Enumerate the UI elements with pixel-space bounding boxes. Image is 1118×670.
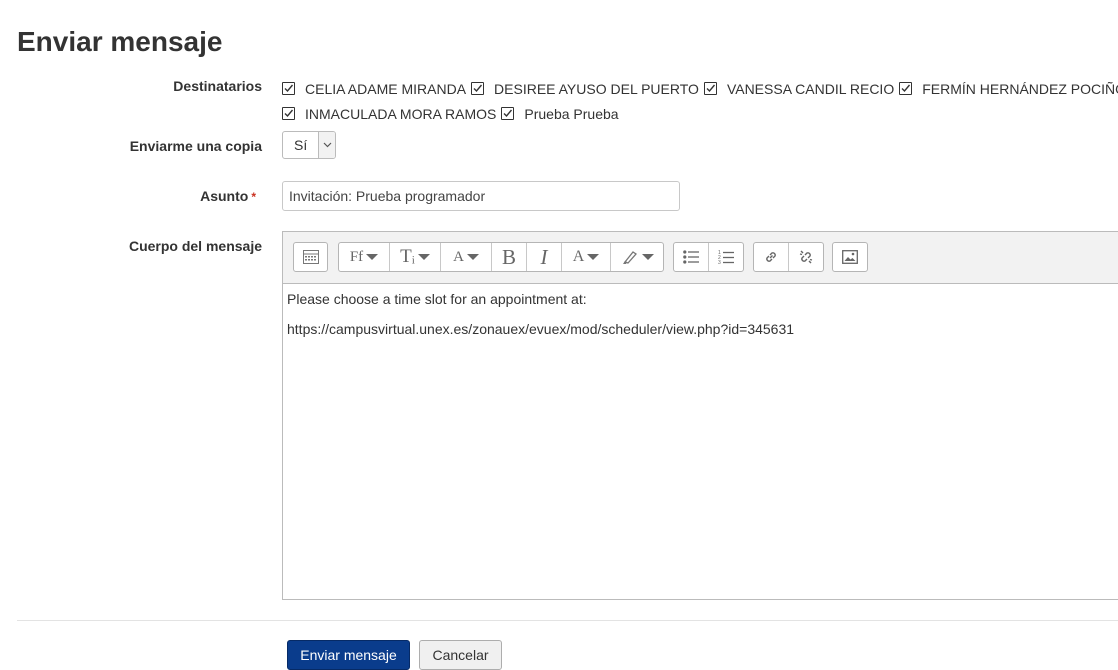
subject-label-text: Asunto <box>200 188 249 204</box>
checkmark-icon <box>284 84 294 93</box>
recipients-label: Destinatarios <box>173 78 262 94</box>
recipient-name: Prueba Prueba <box>524 105 619 122</box>
submit-button[interactable]: Enviar mensaje <box>287 640 410 670</box>
font-size-glyph: Tᵢ <box>400 246 415 267</box>
caret-down-icon <box>417 254 430 260</box>
recipient-name: CELIA ADAME MIRANDA <box>305 80 467 97</box>
recipients-row: CELIA ADAME MIRANDA DESIREE AYUSO DEL PU… <box>282 76 1118 101</box>
recipient-checkbox[interactable] <box>282 107 295 120</box>
recipient-name: VANESSA CANDIL RECIO <box>726 80 895 97</box>
caret-down-icon <box>466 254 479 260</box>
style-icon[interactable]: A <box>441 243 492 271</box>
chevron-down-icon[interactable] <box>318 132 335 158</box>
ordered-list-icon[interactable]: 123 <box>709 243 743 271</box>
recipient-checkbox[interactable] <box>501 107 515 120</box>
recipient-checkbox[interactable] <box>899 82 913 95</box>
subject-label: Asunto * <box>200 188 256 204</box>
link-icon[interactable] <box>754 243 789 271</box>
unlink-icon[interactable] <box>789 243 823 271</box>
toolbar-group <box>293 242 328 272</box>
recipient-item[interactable]: DESIREE AYUSO DEL PUERTO <box>471 81 699 97</box>
caret-down-icon <box>366 254 379 260</box>
recipient-checkbox[interactable] <box>703 82 717 95</box>
recipient-item[interactable]: CELIA ADAME MIRANDA <box>282 81 466 97</box>
required-icon: * <box>251 190 256 204</box>
recipient-name: FERMÍN HERNÁNDEZ POCIÑO <box>922 80 1118 97</box>
toolbar-toggle-icon[interactable] <box>294 243 327 271</box>
caret-down-icon <box>587 254 600 260</box>
caret-down-icon <box>641 254 654 260</box>
message-link: https://campusvirtual.unex.es/zonauex/ev… <box>287 321 795 337</box>
recipients-row: INMACULADA MORA RAMOS Prueba Prueba <box>282 101 1118 126</box>
subject-input[interactable] <box>282 181 680 211</box>
copy-select[interactable]: Sí <box>282 131 336 159</box>
font-family-icon[interactable]: Ff <box>339 243 390 271</box>
font-color-glyph: A <box>572 248 585 265</box>
image-icon[interactable] <box>833 243 867 271</box>
editor-content[interactable]: Please choose a time slot for an appoint… <box>283 284 1118 338</box>
recipient-name: DESIREE AYUSO DEL PUERTO <box>494 80 699 97</box>
italic-glyph: I <box>540 244 548 269</box>
message-paragraph: Please choose a time slot for an appoint… <box>287 291 587 307</box>
bold-glyph: B <box>501 244 516 269</box>
recipient-name: INMACULADA MORA RAMOS <box>305 105 497 122</box>
copy-label: Enviarme una copia <box>129 138 262 154</box>
toolbar-group: 123 <box>673 242 744 272</box>
italic-icon[interactable]: I <box>527 243 562 271</box>
checkmark-icon <box>706 84 715 93</box>
form-divider <box>17 620 1118 621</box>
recipient-checkbox[interactable] <box>282 82 295 95</box>
editor-toolbar: Ff Tᵢ A B I A 123 <box>283 232 1118 284</box>
copy-select-value: Sí <box>294 137 308 153</box>
checkmark-icon <box>284 109 294 118</box>
font-size-icon[interactable]: Tᵢ <box>390 243 441 271</box>
toolbar-group <box>832 242 868 272</box>
recipient-item[interactable]: Prueba Prueba <box>501 105 619 122</box>
toolbar-group: Ff Tᵢ A B I A <box>338 242 664 272</box>
unordered-list-icon[interactable] <box>674 243 709 271</box>
recipient-item[interactable]: INMACULADA MORA RAMOS <box>282 106 496 122</box>
body-label: Cuerpo del mensaje <box>128 238 262 254</box>
font-family-glyph: Ff <box>349 248 364 265</box>
bold-icon[interactable]: B <box>492 243 527 271</box>
style-glyph: A <box>453 248 464 265</box>
recipient-item[interactable]: VANESSA CANDIL RECIO <box>703 80 895 97</box>
checkmark-icon <box>901 84 911 93</box>
checkmark-icon <box>503 109 513 118</box>
font-color-icon[interactable]: A <box>562 243 611 271</box>
recipient-item[interactable]: FERMÍN HERNÁNDEZ POCIÑO <box>899 81 1118 97</box>
page-title: Enviar mensaje <box>17 26 223 57</box>
svg-text:3: 3 <box>718 260 721 265</box>
cancel-button[interactable]: Cancelar <box>419 640 502 670</box>
checkmark-icon <box>473 84 483 93</box>
recipients-list: CELIA ADAME MIRANDA DESIREE AYUSO DEL PU… <box>282 76 1118 126</box>
message-editor: Ff Tᵢ A B I A 123 Please choose a time s… <box>282 231 1118 600</box>
highlight-color-icon[interactable] <box>611 243 663 271</box>
recipient-checkbox[interactable] <box>471 82 485 95</box>
toolbar-group <box>753 242 824 272</box>
